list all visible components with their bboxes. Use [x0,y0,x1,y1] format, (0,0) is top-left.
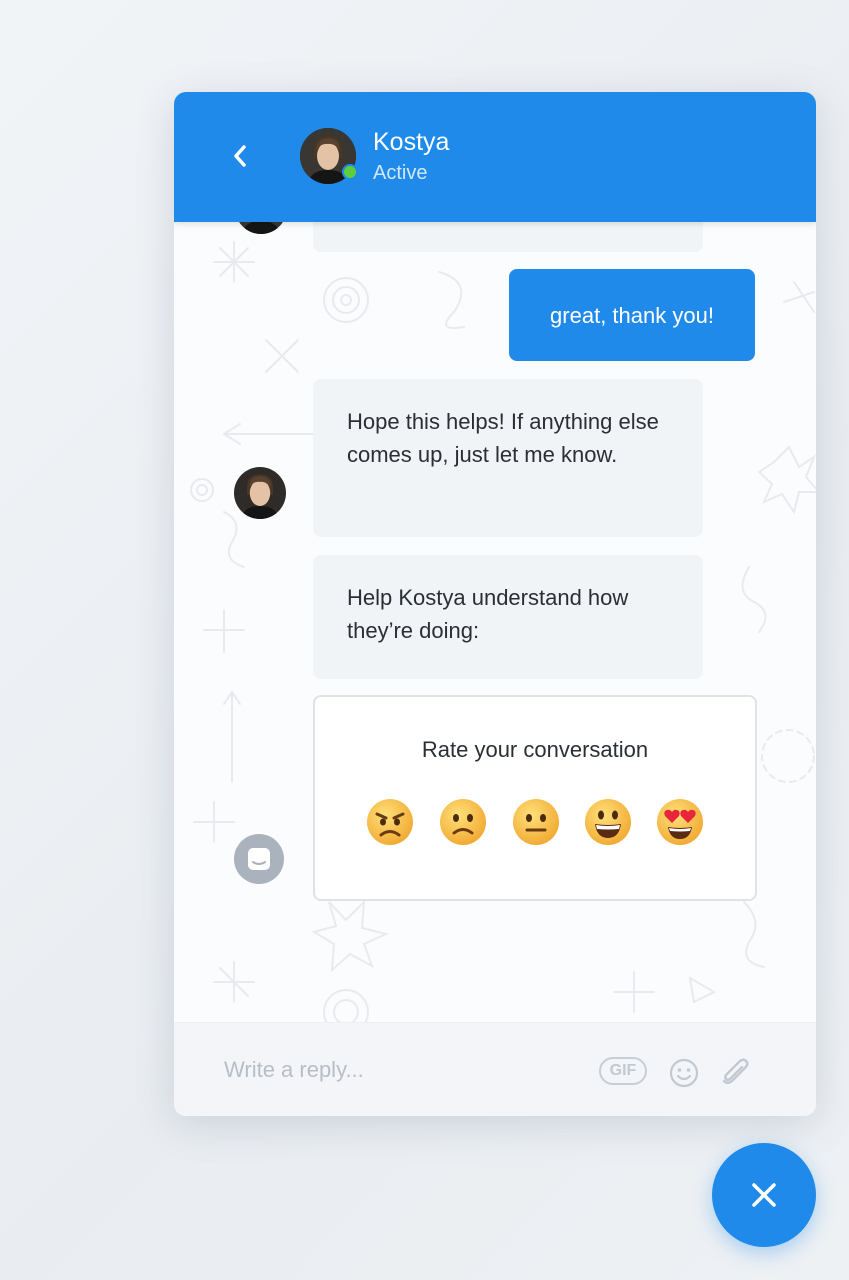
neutral-face-icon[interactable] [511,797,561,847]
grinning-face-icon[interactable] [583,797,633,847]
rating-options [365,797,705,849]
close-messenger-button[interactable] [712,1143,816,1247]
rating-title: Rate your conversation [421,737,649,762]
close-icon [752,1183,776,1207]
user-message-text: great, thank you! [550,302,714,328]
operator-bot-avatar [234,834,284,884]
admin-message-bubble: Hope this helps! If anything else comes … [313,379,703,537]
rating-card: Rate your conversation [313,695,757,901]
chevron-left-icon [234,145,246,167]
conversation-header: Kostya Active [174,92,816,222]
admin-message-bubble: Help Kostya understand how they’re doing… [313,555,703,679]
attachment-icon[interactable] [718,1055,752,1089]
conversation-thread[interactable]: great, thank you! Hope this helps! If an… [174,222,816,1022]
reply-composer: GIF [174,1022,816,1116]
intercom-bot-icon [248,848,270,870]
teammate-message-avatar [234,467,286,519]
admin-message-bubble [313,222,703,252]
user-message-bubble: great, thank you! [509,269,755,361]
teammate-name: Kostya [373,128,450,156]
messenger-widget: Kostya Active great, thank you! Hope thi… [174,92,816,1116]
reply-input[interactable] [224,1051,584,1089]
teammate-status: Active [373,162,428,184]
slightly-frowning-face-icon[interactable] [438,797,488,847]
avatar-photo [234,467,286,519]
online-indicator [342,164,358,180]
emoji-picker-icon[interactable] [668,1057,700,1089]
angry-face-icon[interactable] [365,797,415,847]
back-button[interactable] [224,140,256,172]
teammate-avatar[interactable] [300,128,358,184]
gif-button[interactable]: GIF [599,1057,647,1085]
heart-eyes-face-icon[interactable] [655,797,705,847]
